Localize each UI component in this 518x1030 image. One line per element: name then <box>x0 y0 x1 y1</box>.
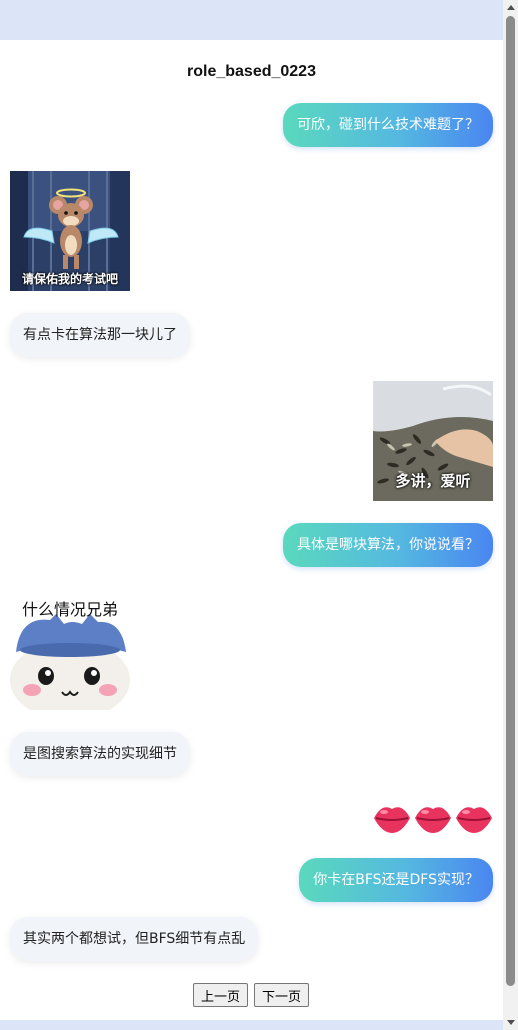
sticker-caption: 多讲，爱听 <box>395 472 471 490</box>
sunflower-seeds-sticker: 多讲，爱听 <box>373 381 493 501</box>
scroll-down-arrow-icon[interactable] <box>503 1016 518 1030</box>
sticker-caption: 什么情况兄弟 <box>21 600 118 619</box>
kiss-lips-icon <box>372 797 494 839</box>
message-bubble-incoming: 其实两个都想试，但BFS细节有点乱 <box>10 917 259 961</box>
scrollbar[interactable] <box>503 0 518 1030</box>
message-bubble-outgoing: 你卡在BFS还是DFS实现？ <box>299 858 493 902</box>
scroll-up-arrow-icon[interactable] <box>503 0 518 14</box>
prev-page-button[interactable]: 上一页 <box>193 983 249 1007</box>
scrollbar-thumb[interactable] <box>506 16 515 986</box>
bottom-band <box>0 1020 503 1030</box>
sticker-caption: 请保佑我的考试吧 <box>21 272 118 286</box>
page-title: role_based_0223 <box>187 63 316 80</box>
message-bubble-outgoing: 可欣，碰到什么技术难题了？ <box>283 103 493 147</box>
message-bubble-incoming: 有点卡在算法那一块儿了 <box>10 313 190 357</box>
message-bubble-incoming: 是图搜索算法的实现细节 <box>10 732 190 776</box>
next-page-button[interactable]: 下一页 <box>254 983 310 1007</box>
angel-mouse-sticker: 请保佑我的考试吧 <box>10 171 130 291</box>
top-band <box>0 0 503 40</box>
message-bubble-outgoing: 具体是哪块算法，你说说看？ <box>283 523 493 567</box>
cute-hachiware-sticker: 什么情况兄弟 <box>10 590 130 710</box>
